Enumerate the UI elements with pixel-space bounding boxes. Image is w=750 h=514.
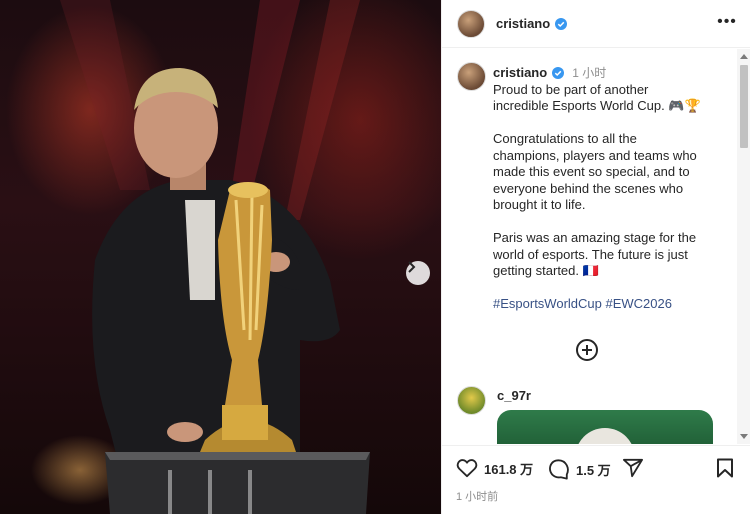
- caption-avatar[interactable]: [457, 62, 486, 91]
- scroll-up-arrow[interactable]: [740, 54, 748, 59]
- caption-line: getting started. 🇫🇷: [493, 263, 599, 278]
- hashtag-link[interactable]: #EsportsWorldCup: [493, 296, 602, 311]
- commenter-username[interactable]: c_97r: [497, 388, 531, 403]
- comments-count[interactable]: 1.5 万: [576, 460, 611, 479]
- caption-line: everyone behind the scenes who: [493, 180, 684, 196]
- post-header: cristiano •••: [442, 0, 750, 48]
- paper-plane-icon: [623, 458, 643, 478]
- post-media[interactable]: [0, 0, 441, 514]
- caption-line: brought it to life.: [493, 197, 586, 212]
- caption-line: made this event so special, and to: [493, 164, 690, 179]
- comment-image[interactable]: [497, 410, 713, 444]
- post-caption: cristiano 1 小时 Proud to be part of anoth…: [493, 65, 723, 313]
- commenter-avatar[interactable]: [457, 386, 486, 415]
- caption-line: Congratulations to all the: [493, 131, 637, 146]
- more-options-icon[interactable]: •••: [717, 14, 737, 33]
- post-actions: 161.8 万 1.5 万 1 小时前: [442, 445, 750, 514]
- verified-badge-icon: [552, 67, 565, 80]
- post-timestamp[interactable]: 1 小时前: [456, 488, 498, 504]
- comment-bubble-icon: [549, 459, 569, 480]
- caption-line: world of esports. The future is just: [493, 246, 688, 262]
- plus-circle-icon: [582, 345, 592, 355]
- post-panel: cristiano ••• cristiano 1 小时 Proud to be…: [441, 0, 750, 514]
- scroll-thumb[interactable]: [740, 65, 748, 148]
- like-button[interactable]: 161.8 万: [456, 458, 533, 478]
- caption-line: Proud to be part of another: [493, 81, 649, 97]
- comments-scrollbar[interactable]: [737, 49, 750, 444]
- caption-line: Paris was an amazing stage for the: [493, 230, 697, 245]
- load-more-comments-button[interactable]: [576, 339, 598, 361]
- verified-badge-icon: [555, 17, 568, 30]
- post-photo: [60, 0, 370, 514]
- comment-button[interactable]: 1.5 万: [548, 458, 611, 480]
- caption-username[interactable]: cristiano: [493, 65, 547, 82]
- comments-area: cristiano 1 小时 Proud to be part of anoth…: [442, 49, 737, 444]
- save-button[interactable]: [716, 458, 734, 478]
- caption-line: incredible Esports World Cup. 🎮🏆: [493, 98, 701, 113]
- caption-time[interactable]: 1 小时: [572, 65, 606, 82]
- author-username[interactable]: cristiano: [496, 16, 550, 31]
- caption-line: champions, players and teams who: [493, 147, 697, 163]
- share-button[interactable]: [622, 458, 644, 478]
- hashtag-link[interactable]: #EWC2026: [606, 296, 672, 311]
- likes-count[interactable]: 161.8 万: [484, 459, 533, 478]
- next-image-button[interactable]: [406, 261, 430, 285]
- scroll-down-arrow[interactable]: [740, 434, 748, 439]
- author-avatar[interactable]: [457, 9, 485, 38]
- bookmark-icon: [717, 458, 733, 478]
- heart-icon: [456, 459, 478, 478]
- chevron-right-icon: [408, 261, 416, 273]
